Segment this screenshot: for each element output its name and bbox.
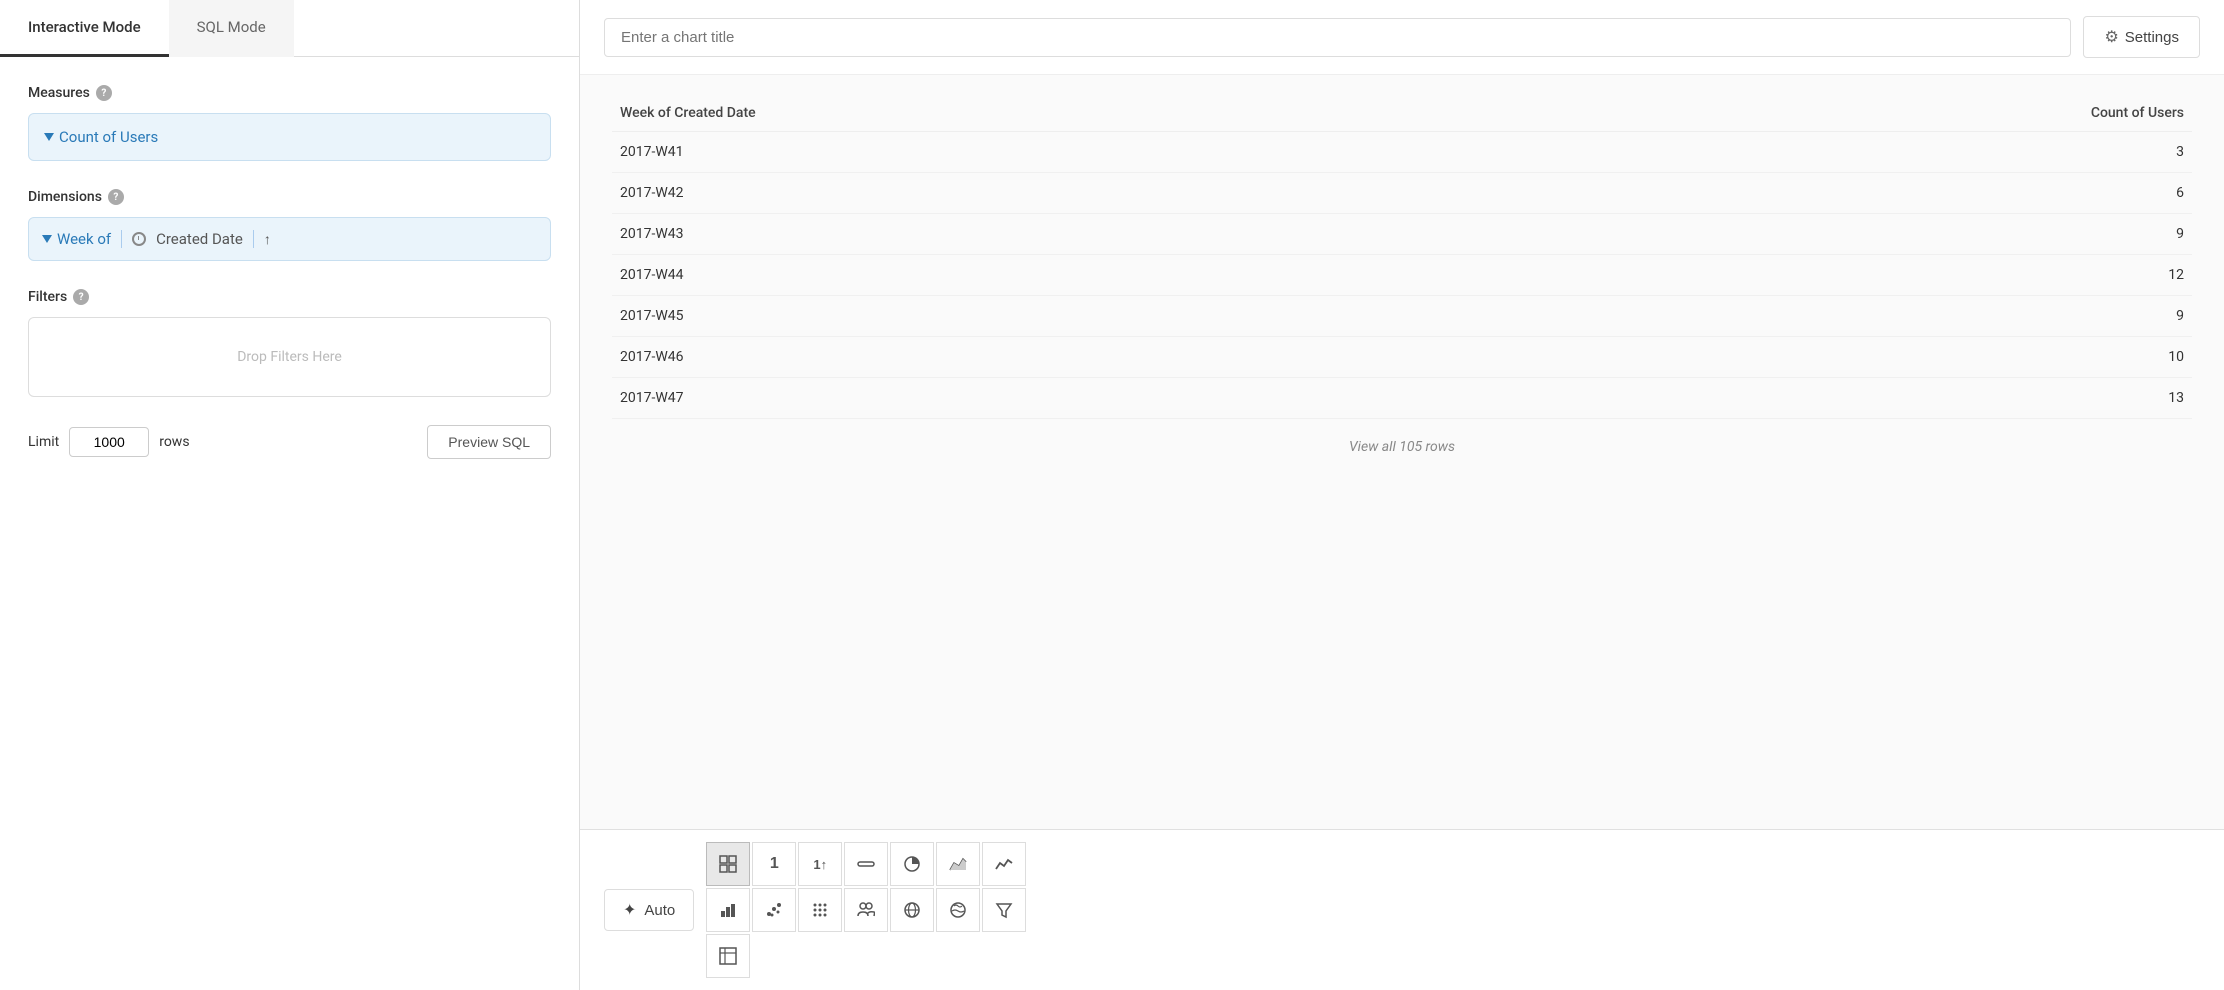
pie-viz-icon [903,855,921,873]
table-row: 2017-W46 10 [612,337,2192,378]
limit-input[interactable] [69,427,149,457]
trend-viz-icon: 1↑ [813,857,827,872]
chart-title-input[interactable] [604,18,2071,57]
area-viz-button[interactable] [936,842,980,886]
view-all-rows-link[interactable]: View all 105 rows [612,439,2192,455]
globe-viz-icon [903,901,921,919]
line-viz-icon [995,855,1013,873]
data-table: Week of Created Date Count of Users 2017… [612,95,2192,419]
table-row: 2017-W44 12 [612,255,2192,296]
measures-label: Measures ? [28,85,551,101]
heatmap-viz-icon [811,901,829,919]
data-area: Week of Created Date Count of Users 2017… [580,75,2224,829]
table-row: 2017-W42 6 [612,173,2192,214]
pivot-viz-button[interactable] [706,934,750,978]
pivot-viz-icon [719,947,737,965]
dimensions-label: Dimensions ? [28,189,551,205]
number-viz-icon: 1 [770,855,779,873]
filters-drop-zone[interactable]: Drop Filters Here [28,317,551,397]
gear-icon: ⚙ [2104,27,2118,47]
filters-section: Filters ? Drop Filters Here [28,289,551,397]
measure-item[interactable]: Count of Users [41,122,538,152]
map-viz-icon [949,901,967,919]
table-viz-button[interactable] [706,842,750,886]
filter-viz-button[interactable] [982,888,1026,932]
cell-count: 9 [1531,296,2192,337]
cell-week: 2017-W45 [612,296,1531,337]
dimensions-box[interactable]: Week of Created Date ↑ [28,217,551,261]
area-viz-icon [949,855,967,873]
filters-label: Filters ? [28,289,551,305]
viz-toolbar: 1 1↑ [706,842,1026,978]
filter-viz-icon [995,901,1013,919]
table-row: 2017-W47 13 [612,378,2192,419]
pie-viz-button[interactable] [890,842,934,886]
bar-viz-icon [719,901,737,919]
measures-section: Measures ? Count of Users [28,85,551,161]
dimension-separator2 [253,230,254,248]
cell-week: 2017-W42 [612,173,1531,214]
table-row: 2017-W43 9 [612,214,2192,255]
sort-icon[interactable]: ↑ [264,231,271,248]
tab-sql[interactable]: SQL Mode [169,0,294,57]
bottom-toolbar: ✦ Auto 1 1↑ [580,829,2224,990]
dimension-separator [121,230,122,248]
people-viz-button[interactable] [844,888,888,932]
mode-tabs: Interactive Mode SQL Mode [0,0,579,57]
scatter-viz-icon [765,901,783,919]
dimension-expand-icon [42,235,52,243]
cell-count: 10 [1531,337,2192,378]
progress-viz-icon [857,859,875,869]
cell-week: 2017-W47 [612,378,1531,419]
left-panel: Interactive Mode SQL Mode Measures ? Cou… [0,0,580,990]
magic-wand-icon: ✦ [623,900,636,920]
progress-viz-button[interactable] [844,842,888,886]
cell-count: 3 [1531,132,2192,173]
number-viz-button[interactable]: 1 [752,842,796,886]
people-viz-icon [857,901,875,919]
cell-week: 2017-W44 [612,255,1531,296]
measure-expand-icon [44,133,54,141]
cell-count: 13 [1531,378,2192,419]
cell-count: 6 [1531,173,2192,214]
cell-count: 12 [1531,255,2192,296]
col-header-count: Count of Users [1531,95,2192,132]
right-panel: ⚙ Settings Week of Created Date Count of… [580,0,2224,990]
filters-help-icon[interactable]: ? [73,289,89,305]
dimension-item[interactable]: Week of Created Date ↑ [41,226,538,252]
chart-header: ⚙ Settings [580,0,2224,75]
table-viz-icon [719,855,737,873]
table-row: 2017-W45 9 [612,296,2192,337]
scatter-viz-button[interactable] [752,888,796,932]
preview-sql-button[interactable]: Preview SQL [427,425,551,459]
measures-help-icon[interactable]: ? [96,85,112,101]
tab-interactive[interactable]: Interactive Mode [0,0,169,57]
bar-viz-button[interactable] [706,888,750,932]
globe-viz-button[interactable] [890,888,934,932]
limit-row: Limit rows Preview SQL [28,425,551,459]
dimensions-help-icon[interactable]: ? [108,189,124,205]
line-viz-button[interactable] [982,842,1026,886]
table-row: 2017-W41 3 [612,132,2192,173]
cell-week: 2017-W43 [612,214,1531,255]
clock-icon [132,232,146,246]
trend-viz-button[interactable]: 1↑ [798,842,842,886]
auto-button[interactable]: ✦ Auto [604,889,694,931]
cell-week: 2017-W46 [612,337,1531,378]
cell-week: 2017-W41 [612,132,1531,173]
rows-label: rows [159,434,189,450]
map-viz-button[interactable] [936,888,980,932]
settings-button[interactable]: ⚙ Settings [2083,16,2200,58]
heatmap-viz-button[interactable] [798,888,842,932]
cell-count: 9 [1531,214,2192,255]
col-header-week: Week of Created Date [612,95,1531,132]
limit-label: Limit [28,434,59,450]
measures-box[interactable]: Count of Users [28,113,551,161]
dimensions-section: Dimensions ? Week of Created Date ↑ [28,189,551,261]
panel-content: Measures ? Count of Users Dimensions ? W… [0,57,579,990]
